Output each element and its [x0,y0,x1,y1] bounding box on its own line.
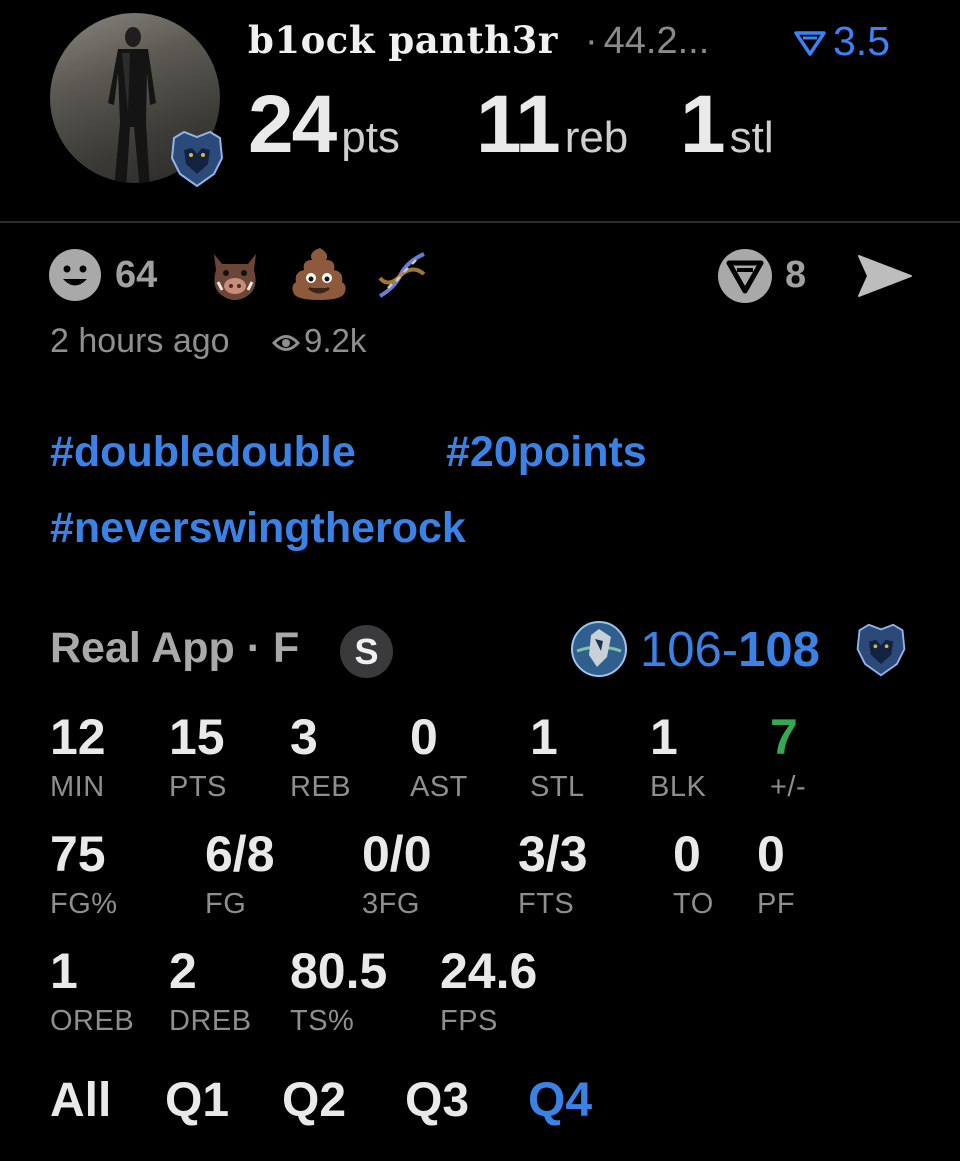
headline-steals: 1 stl [680,78,774,172]
stat-ast-label: AST [410,771,468,803]
tab-all[interactable]: All [50,1073,111,1128]
username[interactable]: b1ock panth3r [248,18,558,62]
stat-pf-label: PF [757,888,796,920]
stat-pts-label: PTS [169,771,227,803]
stat-plus-minus-label: +/- [770,771,807,803]
stat-blk-value: 1 [650,709,678,765]
view-count-value: 9.2k [304,322,367,359]
stat-fts-label: FTS [518,888,575,920]
hashtag-doubledouble[interactable]: #doubledouble [50,428,356,477]
stat-fg-value: 6/8 [205,826,275,882]
rating-delta-value: 3.5 [833,18,890,64]
header-divider [0,221,960,223]
headline-steals-unit: stl [729,113,774,162]
headline-steals-value: 1 [680,79,726,170]
score-home: 108 [738,623,820,677]
grizzlies-logo-icon[interactable] [852,621,910,679]
tab-q1[interactable]: Q1 [165,1073,229,1128]
headline-points-unit: pts [341,113,400,162]
rating-triangle-icon [794,31,826,56]
hashtag-neverswingtherock[interactable]: #neverswingtherock [50,504,466,553]
score-away: 106 [640,623,722,677]
tab-q3[interactable]: Q3 [405,1073,469,1128]
headline-rebounds-unit: reb [564,113,629,162]
stat-fgpct-label: FG% [50,888,118,920]
poop-emoji-icon[interactable] [290,244,348,302]
stat-stl-value: 1 [530,709,558,765]
stat-reb-value: 3 [290,709,318,765]
stat-fts-value: 3/3 [518,826,588,882]
stat-to-value: 0 [673,826,701,882]
comment-icon[interactable] [716,247,774,305]
timberwolves-logo-icon[interactable] [571,621,627,677]
game-source-label: Real App · F [50,624,300,672]
stat-ts-label: TS% [290,1005,355,1037]
game-score[interactable]: 106-108 [640,622,820,678]
tab-q2[interactable]: Q2 [282,1073,346,1128]
view-count: 9.2k [271,322,367,360]
stat-min-label: MIN [50,771,105,803]
stat-pts-value: 15 [169,709,225,765]
stat-plus-minus-value: 7 [770,709,798,765]
stat-3fg-label: 3FG [362,888,420,920]
stat-stl-label: STL [530,771,585,803]
stat-fg-label: FG [205,888,247,920]
score-separator: - [721,623,739,677]
dna-icon[interactable] [374,248,430,302]
stat-to-label: TO [673,888,714,920]
tab-q4[interactable]: Q4 [528,1073,592,1128]
player-photo [108,27,156,183]
headline-rebounds: 11 reb [476,78,628,172]
stat-oreb-value: 1 [50,943,78,999]
headline-rebounds-value: 11 [476,79,561,170]
hashtag-20points[interactable]: #20points [446,428,647,477]
stat-blk-label: BLK [650,771,707,803]
stat-min-value: 12 [50,709,106,765]
stat-oreb-label: OREB [50,1005,135,1037]
grizzlies-logo-icon [170,130,224,188]
stat-fgpct-value: 75 [50,826,106,882]
s-badge: S [340,625,393,678]
stat-dreb-label: DREB [169,1005,252,1037]
stat-ast-value: 0 [410,709,438,765]
player-rating: · 44.2... [585,20,710,62]
rating-delta: 3.5 [793,18,890,65]
stat-fps-label: FPS [440,1005,498,1037]
boar-emoji-icon[interactable] [206,244,264,302]
stat-3fg-value: 0/0 [362,826,432,882]
headline-points-value: 24 [248,79,337,170]
smiley-count: 64 [115,254,158,296]
smiley-icon[interactable] [48,248,102,302]
send-icon[interactable] [856,252,914,300]
stat-ts-value: 80.5 [290,943,388,999]
stat-dreb-value: 2 [169,943,197,999]
headline-points: 24 pts [248,78,400,172]
stat-reb-label: REB [290,771,352,803]
stat-pf-value: 0 [757,826,785,882]
rating-value: 44.2... [603,20,710,62]
post-time: 2 hours ago [50,322,230,360]
stat-fps-value: 24.6 [440,943,538,999]
eye-icon [271,335,301,351]
comment-count: 8 [785,254,807,296]
